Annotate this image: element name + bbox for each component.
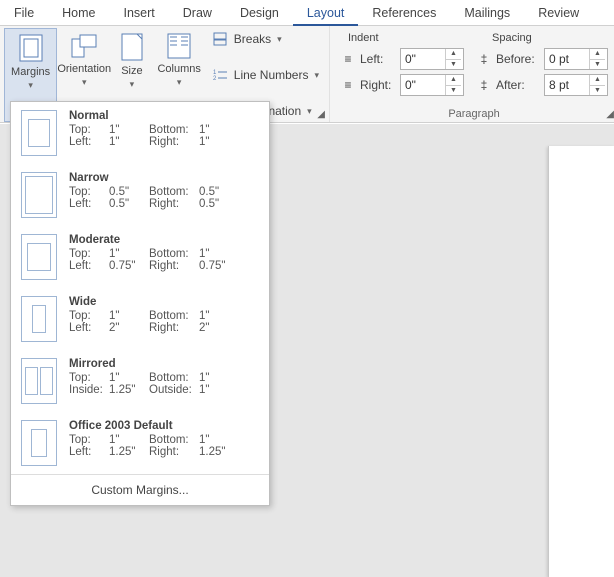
ribbon-tabs: FileHomeInsertDrawDesignLayoutReferences… [0, 0, 614, 26]
spin-down[interactable]: ▼ [590, 60, 605, 70]
spin-up[interactable]: ▲ [590, 75, 605, 86]
breaks-button[interactable]: Breaks ▾ [212, 31, 319, 47]
margins-dropdown: Normal Top:1"Bottom:1" Left:1"Right:1" N… [10, 101, 270, 506]
chevron-down-icon: ▾ [82, 77, 87, 88]
margin-preset-moderate[interactable]: Moderate Top:1"Bottom:1" Left:0.75"Right… [11, 226, 269, 288]
preset-thumb-icon [21, 234, 57, 280]
paragraph-launcher[interactable]: ◢ [606, 109, 614, 120]
indent-block: Indent ≡Left: ▲▼ ≡Right: ▲▼ [334, 28, 470, 106]
group-paragraph: Indent ≡Left: ▲▼ ≡Right: ▲▼ [330, 26, 614, 122]
tab-home[interactable]: Home [48, 0, 109, 26]
tab-design[interactable]: Design [226, 0, 293, 26]
size-icon [121, 33, 143, 61]
preset-name: Mirrored [69, 358, 209, 370]
preset-thumb-icon [21, 358, 57, 404]
paragraph-group-label: Paragraph [334, 106, 614, 122]
orientation-icon [70, 33, 98, 59]
line-numbers-button[interactable]: 12 Line Numbers ▾ [212, 67, 319, 83]
tab-review[interactable]: Review [524, 0, 593, 26]
chevron-down-icon: ▾ [28, 80, 33, 91]
chevron-down-icon: ▾ [130, 79, 135, 90]
tab-insert[interactable]: Insert [110, 0, 169, 26]
spacing-before-input[interactable]: ▲▼ [544, 48, 608, 70]
spacing-title: Spacing [492, 32, 608, 44]
preset-name: Wide [69, 296, 209, 308]
indent-title: Indent [348, 32, 464, 44]
spin-down[interactable]: ▼ [446, 60, 461, 70]
margin-preset-normal[interactable]: Normal Top:1"Bottom:1" Left:1"Right:1" [11, 102, 269, 164]
preset-thumb-icon [21, 420, 57, 466]
preset-name: Office 2003 Default [69, 420, 225, 432]
tab-layout[interactable]: Layout [293, 0, 359, 26]
margin-preset-wide[interactable]: Wide Top:1"Bottom:1" Left:2"Right:2" [11, 288, 269, 350]
chevron-down-icon: ▾ [177, 77, 182, 88]
margins-icon [19, 34, 43, 62]
preset-thumb-icon [21, 172, 57, 218]
indent-left-icon: ≡ [340, 51, 356, 67]
preset-thumb-icon [21, 110, 57, 156]
margin-preset-mirrored[interactable]: Mirrored Top:1"Bottom:1" Inside:1.25"Out… [11, 350, 269, 412]
spacing-before-icon: ‡ [476, 51, 492, 67]
chevron-down-icon: ▾ [307, 106, 312, 117]
preset-name: Moderate [69, 234, 225, 246]
preset-thumb-icon [21, 296, 57, 342]
tab-references[interactable]: References [358, 0, 450, 26]
margin-preset-office-2003-default[interactable]: Office 2003 Default Top:1"Bottom:1" Left… [11, 412, 269, 474]
spacing-after-input[interactable]: ▲▼ [544, 74, 608, 96]
indent-right-input[interactable]: ▲▼ [400, 74, 464, 96]
svg-text:2: 2 [213, 76, 217, 82]
preset-name: Narrow [69, 172, 219, 184]
indent-right-icon: ≡ [340, 77, 356, 93]
margin-preset-narrow[interactable]: Narrow Top:0.5"Bottom:0.5" Left:0.5"Righ… [11, 164, 269, 226]
spin-up[interactable]: ▲ [446, 75, 461, 86]
spin-up[interactable]: ▲ [446, 49, 461, 60]
spin-down[interactable]: ▼ [446, 86, 461, 96]
indent-left-input[interactable]: ▲▼ [400, 48, 464, 70]
spin-up[interactable]: ▲ [590, 49, 605, 60]
document-page[interactable] [548, 146, 614, 577]
page-setup-launcher[interactable]: ◢ [317, 109, 325, 120]
breaks-icon [212, 31, 228, 47]
tab-file[interactable]: File [0, 0, 48, 26]
spin-down[interactable]: ▼ [590, 86, 605, 96]
spacing-after-icon: ‡ [476, 77, 492, 93]
tab-draw[interactable]: Draw [169, 0, 226, 26]
preset-name: Normal [69, 110, 209, 122]
chevron-down-icon: ▾ [314, 70, 319, 81]
tab-mailings[interactable]: Mailings [450, 0, 524, 26]
chevron-down-icon: ▾ [277, 34, 282, 45]
spacing-block: Spacing ‡Before: ▲▼ ‡After: ▲▼ [470, 28, 614, 106]
custom-margins-button[interactable]: Custom Margins... [11, 474, 269, 505]
line-numbers-icon: 12 [212, 67, 228, 83]
columns-icon [167, 33, 191, 59]
